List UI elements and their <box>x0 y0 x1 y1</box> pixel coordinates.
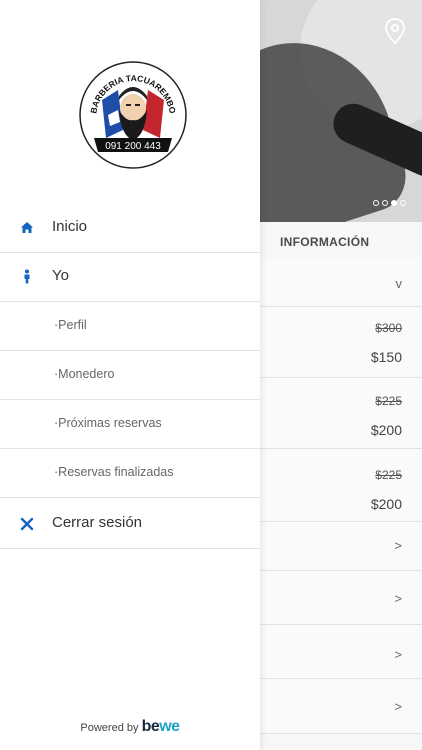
carousel-dot-active[interactable] <box>391 200 397 206</box>
chevron-right-icon[interactable]: > <box>394 538 402 553</box>
hero-image <box>260 0 422 222</box>
menu-label: ·Perfil <box>54 318 87 332</box>
barberia-logo: 091 200 443 BARBERIA TACUAREMBO <box>79 61 187 169</box>
carousel-dot[interactable] <box>382 200 388 206</box>
logo-phone: 091 200 443 <box>105 141 161 152</box>
service-row[interactable]: $225 $200 <box>260 449 422 522</box>
menu-item-proximas-reservas[interactable]: ·Próximas reservas <box>0 400 260 449</box>
service-row[interactable]: $225 $200 <box>260 378 422 449</box>
menu-label: ·Monedero <box>54 367 115 381</box>
service-row[interactable]: $300 $150 <box>260 307 422 378</box>
close-icon <box>20 517 34 531</box>
old-price: $225 <box>375 468 402 482</box>
section-title: INFORMACIÓN <box>280 235 370 249</box>
person-icon <box>24 269 30 284</box>
old-price: $225 <box>375 394 402 408</box>
new-price: $200 <box>370 422 402 438</box>
new-price: $150 <box>370 349 402 365</box>
location-pin-icon[interactable] <box>384 18 406 44</box>
menu-item-reservas-finalizadas[interactable]: ·Reservas finalizadas <box>0 449 260 498</box>
new-price: $200 <box>370 496 402 512</box>
carousel-dot[interactable] <box>373 200 379 206</box>
expand-row[interactable]: v <box>260 258 422 307</box>
chevron-right-icon[interactable]: > <box>394 591 402 606</box>
list-row[interactable]: > <box>260 571 422 625</box>
list-row[interactable]: > <box>260 522 422 571</box>
carousel-dot[interactable] <box>400 200 406 206</box>
menu-item-perfil[interactable]: ·Perfil <box>0 302 260 351</box>
chevron-right-icon[interactable]: > <box>394 699 402 714</box>
navigation-drawer: 091 200 443 BARBERIA TACUAREMBO Inicio Y… <box>0 0 260 750</box>
menu-label: Yo <box>52 267 69 284</box>
chevron-right-icon[interactable]: > <box>394 647 402 662</box>
menu-item-cerrar-sesion[interactable]: Cerrar sesión <box>0 500 260 549</box>
list-row[interactable]: > <box>260 625 422 679</box>
carousel-dots[interactable] <box>373 200 406 206</box>
menu-label: Inicio <box>52 218 88 235</box>
powered-by-footer: Powered by bewe <box>0 718 260 736</box>
powered-by-text: Powered by <box>80 722 139 734</box>
menu-label: Cerrar sesión <box>52 514 143 531</box>
list-row[interactable]: > <box>260 679 422 734</box>
menu-label: ·Reservas finalizadas <box>54 465 174 479</box>
old-price: $300 <box>375 321 402 335</box>
chevron-down-icon[interactable]: v <box>396 276 403 291</box>
home-icon <box>21 222 33 233</box>
background-screen: INFORMACIÓN v $300 $150 $225 $200 $225 $… <box>260 0 422 750</box>
menu-item-monedero[interactable]: ·Monedero <box>0 351 260 400</box>
bewe-logo: bewe <box>141 718 181 735</box>
menu-item-inicio[interactable]: Inicio <box>0 204 260 253</box>
menu-label: ·Próximas reservas <box>54 416 162 430</box>
menu-item-yo[interactable]: Yo <box>0 253 260 302</box>
